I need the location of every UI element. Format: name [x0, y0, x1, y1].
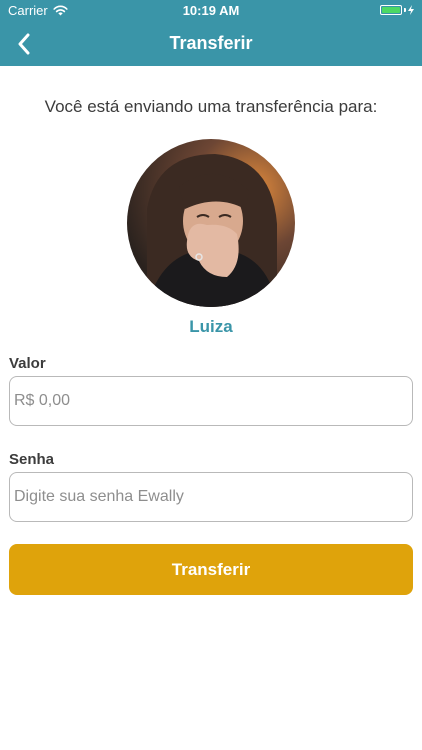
password-label: Senha: [9, 451, 55, 468]
recipient-name: Luiza: [189, 317, 233, 336]
recipient-avatar: [127, 139, 295, 307]
battery-icon: [380, 5, 414, 15]
status-time: 10:19 AM: [182, 3, 240, 18]
nav-bar: Transferir: [0, 22, 422, 66]
transfer-button[interactable]: Transferir: [9, 544, 413, 595]
password-input[interactable]: [9, 472, 413, 522]
app-header: Carrier 10:19 AM Transferir: [0, 0, 422, 66]
amount-label: Valor: [9, 355, 46, 372]
status-bar: Carrier 10:19 AM: [0, 0, 422, 22]
amount-input[interactable]: [9, 376, 413, 426]
intro-text: Você está enviando uma transferência par…: [44, 97, 378, 116]
avatar-photo: [127, 139, 295, 307]
charging-bolt-icon: [408, 5, 414, 15]
page-title: Transferir: [169, 33, 253, 53]
